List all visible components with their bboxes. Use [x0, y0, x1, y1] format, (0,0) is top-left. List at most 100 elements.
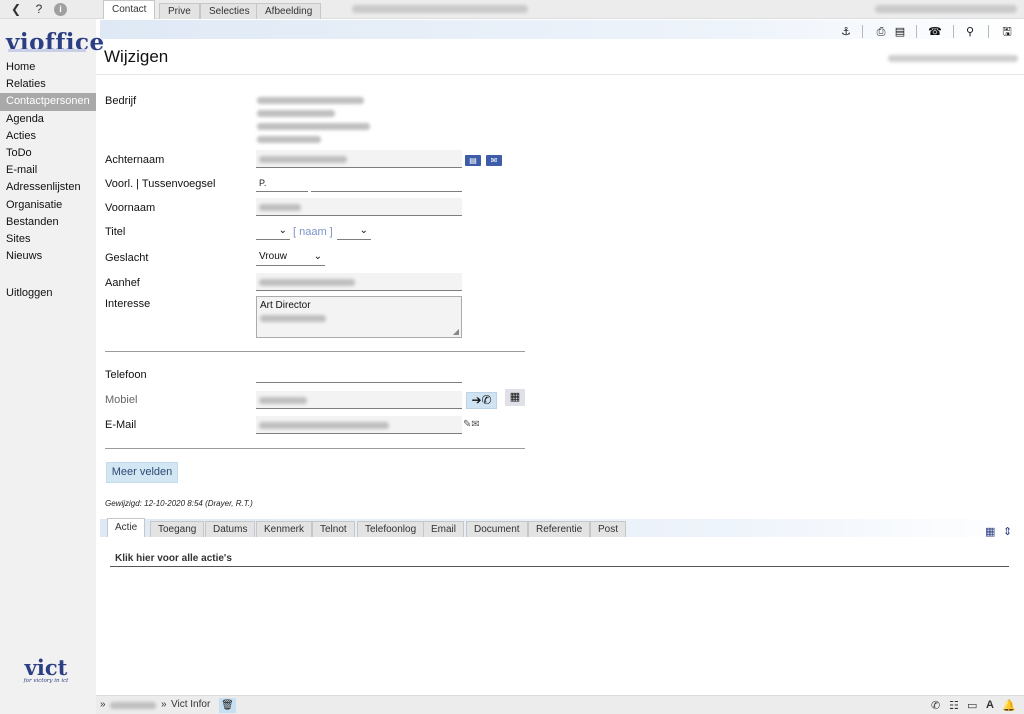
voorletters-field[interactable]: P. — [256, 174, 308, 192]
changed-info: Gewijzigd: 12-10-2020 8:54 (Drayer, R.T.… — [105, 499, 253, 508]
redacted-url — [352, 5, 528, 13]
email-field[interactable] — [256, 416, 462, 434]
sidebar-item-acties[interactable]: Acties — [0, 128, 96, 145]
sidebar-item-relaties[interactable]: Relaties — [0, 76, 96, 93]
redacted-text — [888, 55, 1018, 62]
toolbar-separator — [988, 25, 989, 38]
help-icon[interactable]: ? — [31, 2, 47, 17]
sidebar-item-contactpersonen[interactable]: Contactpersonen — [0, 93, 96, 111]
mobiel-field[interactable] — [256, 391, 462, 409]
sidebar-item-adressenlijsten[interactable]: Adressenlijsten — [0, 179, 96, 196]
list-icon[interactable]: ▤ — [893, 25, 907, 39]
tab-email[interactable]: Email — [423, 521, 465, 537]
redacted-value — [260, 315, 326, 322]
divider — [96, 74, 1024, 75]
page-title: Wijzigen — [104, 47, 169, 66]
trash-icon[interactable]: 🗑 — [219, 698, 236, 713]
sidebar-item-nieuws[interactable]: Nieuws — [0, 248, 96, 265]
titel-prefix-select[interactable]: ⌄ — [256, 222, 290, 240]
contact-card-icon[interactable]: ▤ — [465, 155, 481, 166]
tab-kenmerk[interactable]: Kenmerk — [256, 521, 313, 537]
sidebar: vioffice Home Relaties Contactpersonen A… — [0, 19, 104, 714]
tab-contact[interactable]: Contact — [103, 0, 156, 19]
geslacht-value: Vrouw — [259, 251, 287, 262]
sidebar-item-home[interactable]: Home — [0, 59, 96, 76]
aanhef-label: Aanhef — [105, 277, 140, 289]
sidebar-item-organisatie[interactable]: Organisatie — [0, 197, 96, 214]
achternaam-label: Achternaam — [105, 154, 165, 166]
tab-toegang[interactable]: Toegang — [150, 521, 205, 537]
redacted-company-line — [257, 123, 370, 130]
chevron-down-icon: ⌄ — [278, 225, 287, 236]
contact-mail-icon[interactable]: ✉ — [486, 155, 502, 166]
tab-telnot[interactable]: Telnot — [312, 521, 355, 537]
sidebar-item-bestanden[interactable]: Bestanden — [0, 214, 96, 231]
email-label: E-Mail — [105, 419, 137, 431]
resize-grip-icon[interactable]: ◢ — [453, 327, 459, 336]
logout-link[interactable]: Uitloggen — [0, 285, 96, 302]
status-bar: » » Vict Infor 🗑 ✆ ☷ ▭ A 🔔 — [96, 695, 1024, 714]
compose-mail-icon[interactable]: ✎✉ — [463, 419, 480, 430]
titel-suffix-select[interactable]: ⌄ — [337, 222, 371, 240]
monitor-icon[interactable]: ▭ — [967, 699, 977, 712]
breadcrumb-separator: » — [100, 699, 106, 710]
toolbar-separator — [916, 25, 917, 38]
list-icon[interactable]: ☷ — [949, 699, 959, 712]
anchor-icon[interactable]: ⚓ — [839, 25, 853, 39]
all-actions-link[interactable]: Klik hier voor alle actie's — [115, 553, 232, 564]
phonebook-icon[interactable]: ▦ — [505, 389, 525, 406]
logo-underline — [8, 49, 86, 52]
divider — [105, 448, 525, 449]
tab-document[interactable]: Document — [466, 521, 528, 537]
call-button[interactable]: ➔✆ — [466, 392, 497, 409]
achternaam-field[interactable] — [256, 150, 462, 168]
tussenvoegsel-field[interactable] — [311, 174, 462, 192]
sidebar-item-email[interactable]: E-mail — [0, 162, 96, 179]
redacted-company-line — [257, 136, 321, 143]
sidebar-item-sites[interactable]: Sites — [0, 231, 96, 248]
tab-datums[interactable]: Datums — [205, 521, 256, 537]
toolbar-separator — [862, 25, 863, 38]
tab-afbeelding[interactable]: Afbeelding — [256, 3, 322, 19]
tab-telefoonlog[interactable]: Telefoonlog — [357, 521, 425, 537]
tab-referentie[interactable]: Referentie — [528, 521, 591, 537]
phone-icon[interactable]: ☎ — [928, 25, 942, 39]
font-icon[interactable]: A — [986, 699, 994, 711]
toolbar-separator — [953, 25, 954, 38]
voornaam-field[interactable] — [256, 198, 462, 216]
more-fields-button[interactable]: Meer velden — [106, 462, 178, 483]
titel-label: Titel — [105, 226, 126, 238]
info-icon[interactable]: i — [54, 3, 67, 16]
interesse-textarea[interactable]: Art Director ◢ — [256, 296, 462, 338]
vict-logo-tagline: for victory in ict — [23, 678, 69, 684]
redacted-value — [259, 397, 307, 404]
telefoon-label: Telefoon — [105, 369, 147, 381]
save-icon[interactable]: 🖫 — [1000, 25, 1014, 39]
geslacht-label: Geslacht — [105, 252, 149, 264]
chevron-left-icon[interactable]: ❮ — [8, 2, 24, 17]
aanhef-field[interactable] — [256, 273, 462, 291]
tab-actie[interactable]: Actie — [107, 518, 146, 537]
calendar-icon[interactable]: ▦ — [985, 525, 995, 538]
search-icon[interactable]: ⚲ — [963, 25, 977, 39]
tab-post[interactable]: Post — [590, 521, 627, 537]
vict-logo: vict for victory in ict — [20, 655, 72, 684]
divider — [110, 566, 1009, 567]
sidebar-item-agenda[interactable]: Agenda — [0, 111, 96, 128]
breadcrumb-app[interactable]: Vict Infor — [171, 699, 210, 710]
geslacht-select[interactable]: Vrouw ⌄ — [256, 248, 325, 266]
phone-icon[interactable]: ✆ — [931, 699, 940, 712]
tab-selecties[interactable]: Selecties — [200, 3, 259, 19]
sidebar-item-todo[interactable]: ToDo — [0, 145, 96, 162]
expand-icon[interactable]: ⇕ — [1003, 525, 1012, 538]
redacted-crumb — [110, 702, 156, 709]
tab-prive[interactable]: Prive — [159, 3, 200, 19]
redacted-value — [259, 204, 301, 211]
redacted-company-line — [257, 110, 335, 117]
bell-icon[interactable]: 🔔 — [1002, 699, 1016, 712]
vict-logo-text: vict — [24, 655, 68, 680]
print-icon[interactable]: ⎙ — [874, 25, 888, 39]
redacted-company-line — [257, 97, 364, 104]
redacted-user — [875, 5, 1017, 13]
telefoon-field[interactable] — [256, 365, 462, 383]
